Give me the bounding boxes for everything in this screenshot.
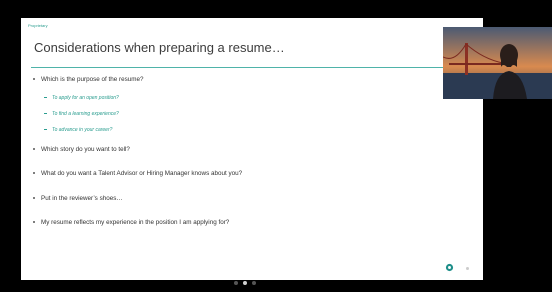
sub-bullet-dash <box>44 113 47 115</box>
sub-bullet-item: To apply for an open position? <box>44 95 119 101</box>
bullet-dot <box>33 78 35 81</box>
proprietary-label: Proprietary <box>28 23 48 28</box>
bullet-item: My resume reflects my experience in the … <box>33 219 229 226</box>
sub-bullet-item: To find a learning experience? <box>44 111 119 117</box>
slide-pager[interactable] <box>234 281 256 285</box>
bullet-text: Which is the purpose of the resume? <box>41 76 144 83</box>
bullet-item: Put in the reviewer’s shoes… <box>33 195 123 202</box>
brand-logo-icon <box>445 263 454 272</box>
sub-bullet-text: To apply for an open position? <box>52 95 119 101</box>
pager-dot[interactable] <box>252 281 256 285</box>
bullet-item: What do you want a Talent Advisor or Hir… <box>33 170 242 177</box>
screen-share-view: Proprietary Considerations when preparin… <box>0 0 552 292</box>
bullet-text: Put in the reviewer’s shoes… <box>41 195 123 202</box>
pager-dot[interactable] <box>234 281 238 285</box>
sub-bullet-text: To advance in your career? <box>52 127 113 133</box>
bullet-dot <box>33 148 35 151</box>
webcam-video-tile <box>443 27 552 99</box>
bullet-dot <box>33 172 35 175</box>
bullet-text: Which story do you want to tell? <box>41 146 130 153</box>
sub-bullet-dash <box>44 97 47 99</box>
slide-corner-mark <box>466 267 469 270</box>
bullet-dot <box>33 197 35 200</box>
presentation-slide: Proprietary Considerations when preparin… <box>21 18 483 280</box>
sub-bullet-item: To advance in your career? <box>44 127 112 133</box>
bullet-dot <box>33 221 35 224</box>
bullet-text: My resume reflects my experience in the … <box>41 219 230 226</box>
sub-bullet-dash <box>44 129 47 131</box>
webcam-feed-image <box>443 27 552 99</box>
pager-dot-active[interactable] <box>243 281 247 285</box>
bullet-item: Which is the purpose of the resume? <box>33 76 144 83</box>
bullet-text: What do you want a Talent Advisor or Hir… <box>41 170 243 177</box>
slide-title: Considerations when preparing a resume… <box>34 40 285 55</box>
bullet-item: Which story do you want to tell? <box>33 146 130 153</box>
title-divider <box>31 67 483 68</box>
sub-bullet-text: To find a learning experience? <box>52 111 119 117</box>
